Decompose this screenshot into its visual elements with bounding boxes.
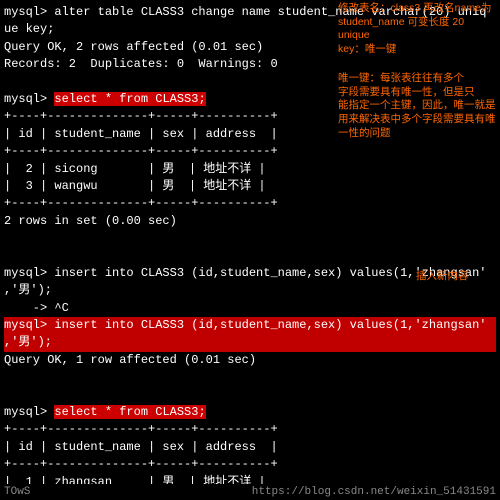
sep-3: +----+--------------+-----+----------+ — [4, 195, 496, 212]
blank-5 — [4, 387, 496, 404]
insert-highlight-1: mysql> insert into CLASS3 (id,student_na… — [4, 317, 496, 334]
sep-4-text: +----+--------------+-----+----------+ — [4, 422, 278, 436]
insert-attempt-2: ,'男'); — [4, 282, 496, 299]
header-2-text: | id | student_name | sex | address | — [4, 440, 278, 454]
query-ok-2: Query OK, 1 row affected (0.01 sec) — [4, 352, 496, 369]
cancel-text: -> ^C — [4, 301, 69, 315]
row-2-text: | 3 | wangwu | 男 | 地址不详 | — [4, 179, 266, 193]
sep-5: +----+--------------+-----+----------+ — [4, 456, 496, 473]
annotation-3: 插入新内容 — [416, 270, 496, 284]
insert-1-text: mysql> insert into CLASS3 (id,student_na… — [4, 266, 486, 280]
table-header-2: | id | student_name | sex | address | — [4, 439, 496, 456]
blank-4 — [4, 369, 496, 386]
sep-1-text: +----+--------------+-----+----------+ — [4, 109, 278, 123]
terminal-window: mysql> alter table CLASS3 change name st… — [0, 0, 500, 500]
rows-result-1: 2 rows in set (0.00 sec) — [4, 213, 496, 230]
line-3-text: Query OK, 2 rows affected (0.01 sec) — [4, 40, 263, 54]
header-1-text: | id | student_name | sex | address | — [4, 127, 278, 141]
line-2-text: ue key; — [4, 22, 54, 36]
sep-2: +----+--------------+-----+----------+ — [4, 143, 496, 160]
bottom-left-text: TOwS — [4, 486, 30, 498]
bottom-right-url: https://blog.csdn.net/weixin_51431591 — [252, 486, 496, 498]
insert-hl-2-text: ,'男'); — [4, 335, 52, 349]
blank-2 — [4, 230, 496, 247]
insert-hl-1-text: mysql> insert into CLASS3 (id,student_na… — [4, 318, 486, 332]
sep-4: +----+--------------+-----+----------+ — [4, 421, 496, 438]
blank-3 — [4, 247, 496, 264]
prompt-select1: mysql> — [4, 92, 54, 106]
table-row-2: | 3 | wangwu | 男 | 地址不详 | — [4, 178, 496, 195]
prompt-select2: mysql> — [4, 405, 54, 419]
insert-2-text: ,'男'); — [4, 283, 52, 297]
line-4: Records: 2 Duplicates: 0 Warnings: 0 — [4, 56, 496, 73]
row-1-text: | 2 | sicong | 男 | 地址不详 | — [4, 162, 266, 176]
line-4-text: Records: 2 Duplicates: 0 Warnings: 0 — [4, 57, 278, 71]
sep-5-text: +----+--------------+-----+----------+ — [4, 457, 278, 471]
bottom-bar: TOwS https://blog.csdn.net/weixin_514315… — [0, 484, 500, 500]
sep-2-text: +----+--------------+-----+----------+ — [4, 144, 278, 158]
sep-3-text: +----+--------------+-----+----------+ — [4, 196, 278, 210]
select-cmd-2: select * from CLASS3; — [54, 405, 205, 419]
table-row-1: | 2 | sicong | 男 | 地址不详 | — [4, 161, 496, 178]
rows-1-text: 2 rows in set (0.00 sec) — [4, 214, 177, 228]
annotation-1: 修改表名：class3 再改名name为student_name 可变长度 20… — [338, 2, 496, 57]
insert-highlight-2: ,'男'); — [4, 334, 496, 351]
annotation-2: 唯一键：每张表往往有多个字段需要具有唯一性，但是只能指定一个主键，因此，唯一就是… — [338, 72, 496, 140]
query-ok-2-text: Query OK, 1 row affected (0.01 sec) — [4, 353, 256, 367]
line-select-2: mysql> select * from CLASS3; — [4, 404, 496, 421]
select-cmd-1: select * from CLASS3; — [54, 92, 205, 106]
insert-cancel: -> ^C — [4, 300, 496, 317]
